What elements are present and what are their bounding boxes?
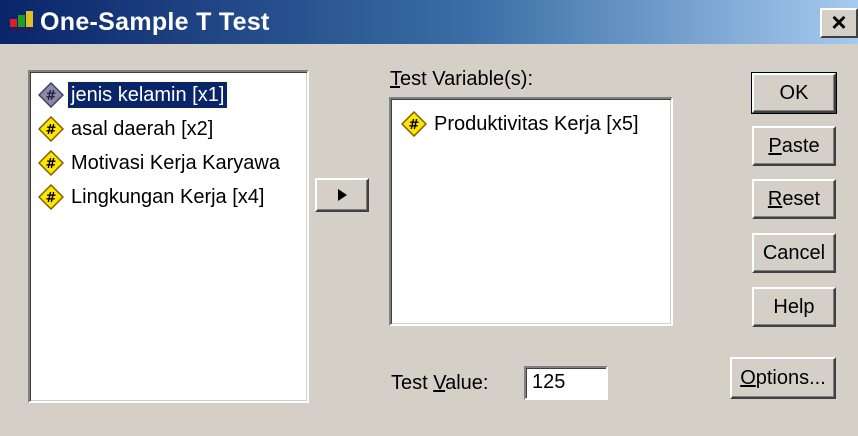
- svg-text:#: #: [46, 157, 57, 172]
- list-item[interactable]: # jenis kelamin [x1]: [38, 80, 229, 110]
- scale-variable-icon: #: [38, 116, 64, 142]
- help-button[interactable]: Help: [752, 287, 836, 327]
- list-item-label: jenis kelamin [x1]: [66, 81, 229, 109]
- list-item[interactable]: # asal daerah [x2]: [38, 114, 216, 144]
- svg-text:#: #: [409, 118, 420, 133]
- list-item[interactable]: # Produktivitas Kerja [x5]: [401, 109, 642, 139]
- scale-variable-icon: #: [401, 111, 427, 137]
- options-button[interactable]: Options...: [730, 357, 836, 399]
- spss-app-icon: [10, 11, 33, 32]
- title-bar[interactable]: One-Sample T Test ×: [0, 0, 858, 44]
- list-item[interactable]: # Lingkungan Kerja [x4]: [38, 182, 267, 212]
- close-button[interactable]: ×: [820, 8, 858, 38]
- svg-text:#: #: [46, 89, 57, 104]
- test-variables-list[interactable]: # Produktivitas Kerja [x5]: [389, 97, 673, 326]
- test-value-label: Test Value:: [391, 372, 489, 394]
- svg-text:#: #: [46, 191, 57, 206]
- scale-variable-icon: #: [38, 150, 64, 176]
- triangle-right-icon: [338, 189, 347, 201]
- cancel-button[interactable]: Cancel: [752, 233, 836, 273]
- scale-variable-icon: #: [38, 82, 64, 108]
- list-item-label: Motivasi Kerja Karyawa: [71, 152, 280, 174]
- ok-button[interactable]: OK: [751, 72, 837, 114]
- test-variables-label: Test Variable(s):: [390, 68, 534, 90]
- list-item-label: Produktivitas Kerja [x5]: [434, 113, 639, 135]
- window-title: One-Sample T Test: [40, 8, 270, 36]
- source-variable-list[interactable]: # jenis kelamin [x1] # asal daerah [x2] …: [28, 70, 309, 403]
- scale-variable-icon: #: [38, 184, 64, 210]
- reset-button[interactable]: Reset: [752, 179, 836, 219]
- list-item[interactable]: # Motivasi Kerja Karyawa: [38, 148, 283, 178]
- test-value-input[interactable]: 125: [524, 366, 608, 400]
- paste-button[interactable]: Paste: [752, 126, 836, 166]
- list-item-label: asal daerah [x2]: [71, 118, 214, 140]
- svg-text:#: #: [46, 123, 57, 138]
- list-item-label: Lingkungan Kerja [x4]: [71, 186, 265, 208]
- move-to-test-variables-button[interactable]: [315, 178, 369, 212]
